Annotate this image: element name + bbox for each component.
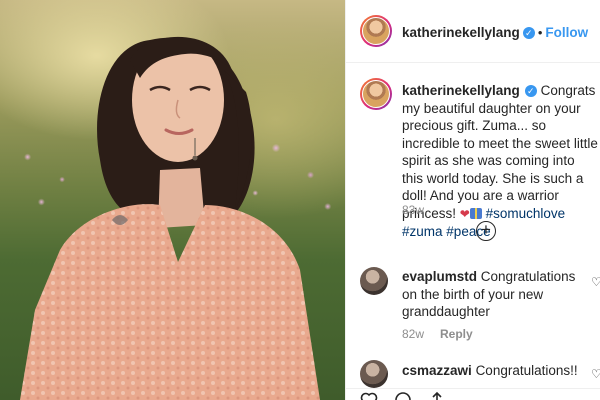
comment-item: evaplumstd Congratulations on the birth …	[402, 268, 587, 321]
separator-dot: •	[537, 25, 543, 40]
post-actions-bar	[346, 388, 600, 400]
comment-username[interactable]: evaplumstd	[402, 269, 477, 284]
hashtag-link[interactable]: #somuchlove	[486, 206, 566, 221]
caption-author-avatar[interactable]	[360, 78, 392, 110]
portrait-illustration	[20, 36, 320, 400]
heart-emoji-icon: ❤	[459, 206, 470, 221]
comment-username[interactable]: csmazzawi	[402, 363, 472, 378]
author-username[interactable]: katherinekellylang	[402, 25, 520, 40]
post-header: katherinekellylang ✓ • Follow	[346, 0, 600, 63]
commenter-avatar[interactable]	[360, 360, 388, 388]
post-side-panel: katherinekellylang ✓ • Follow katherinekell…	[345, 0, 600, 400]
verified-badge-icon: ✓	[522, 27, 535, 39]
follow-button[interactable]: Follow	[545, 25, 588, 40]
reply-button[interactable]: Reply	[440, 327, 473, 341]
post-caption: katherinekellylang ✓ Congrats my beautifu…	[402, 82, 598, 241]
author-avatar[interactable]	[360, 15, 392, 47]
header-line: katherinekellylang ✓ • Follow	[402, 24, 588, 42]
heart-outline-icon[interactable]: ♡	[591, 368, 600, 380]
comment-text: Congratulations!!	[475, 363, 578, 378]
verified-badge-icon: ✓	[524, 85, 537, 97]
comment-timestamp[interactable]: 82w	[402, 327, 424, 341]
heart-outline-icon[interactable]	[360, 391, 378, 400]
plus-circle-icon[interactable]: +	[476, 221, 496, 241]
comment-bubble-icon[interactable]	[394, 391, 412, 400]
post-image[interactable]	[0, 0, 345, 400]
caption-timestamp[interactable]: 83w	[402, 203, 424, 217]
share-arrow-icon[interactable]	[428, 391, 446, 400]
comment-item: csmazzawi Congratulations!!	[402, 362, 587, 380]
caption-text: Congrats my beautiful daughter on your p…	[402, 83, 598, 221]
commenter-avatar[interactable]	[360, 267, 388, 295]
gift-emoji-icon	[469, 207, 482, 219]
heart-outline-icon[interactable]: ♡	[591, 276, 600, 288]
comment-meta: 82w Reply	[402, 327, 473, 341]
hashtag-link[interactable]: #zuma	[402, 224, 443, 239]
caption-username[interactable]: katherinekellylang	[402, 83, 520, 98]
